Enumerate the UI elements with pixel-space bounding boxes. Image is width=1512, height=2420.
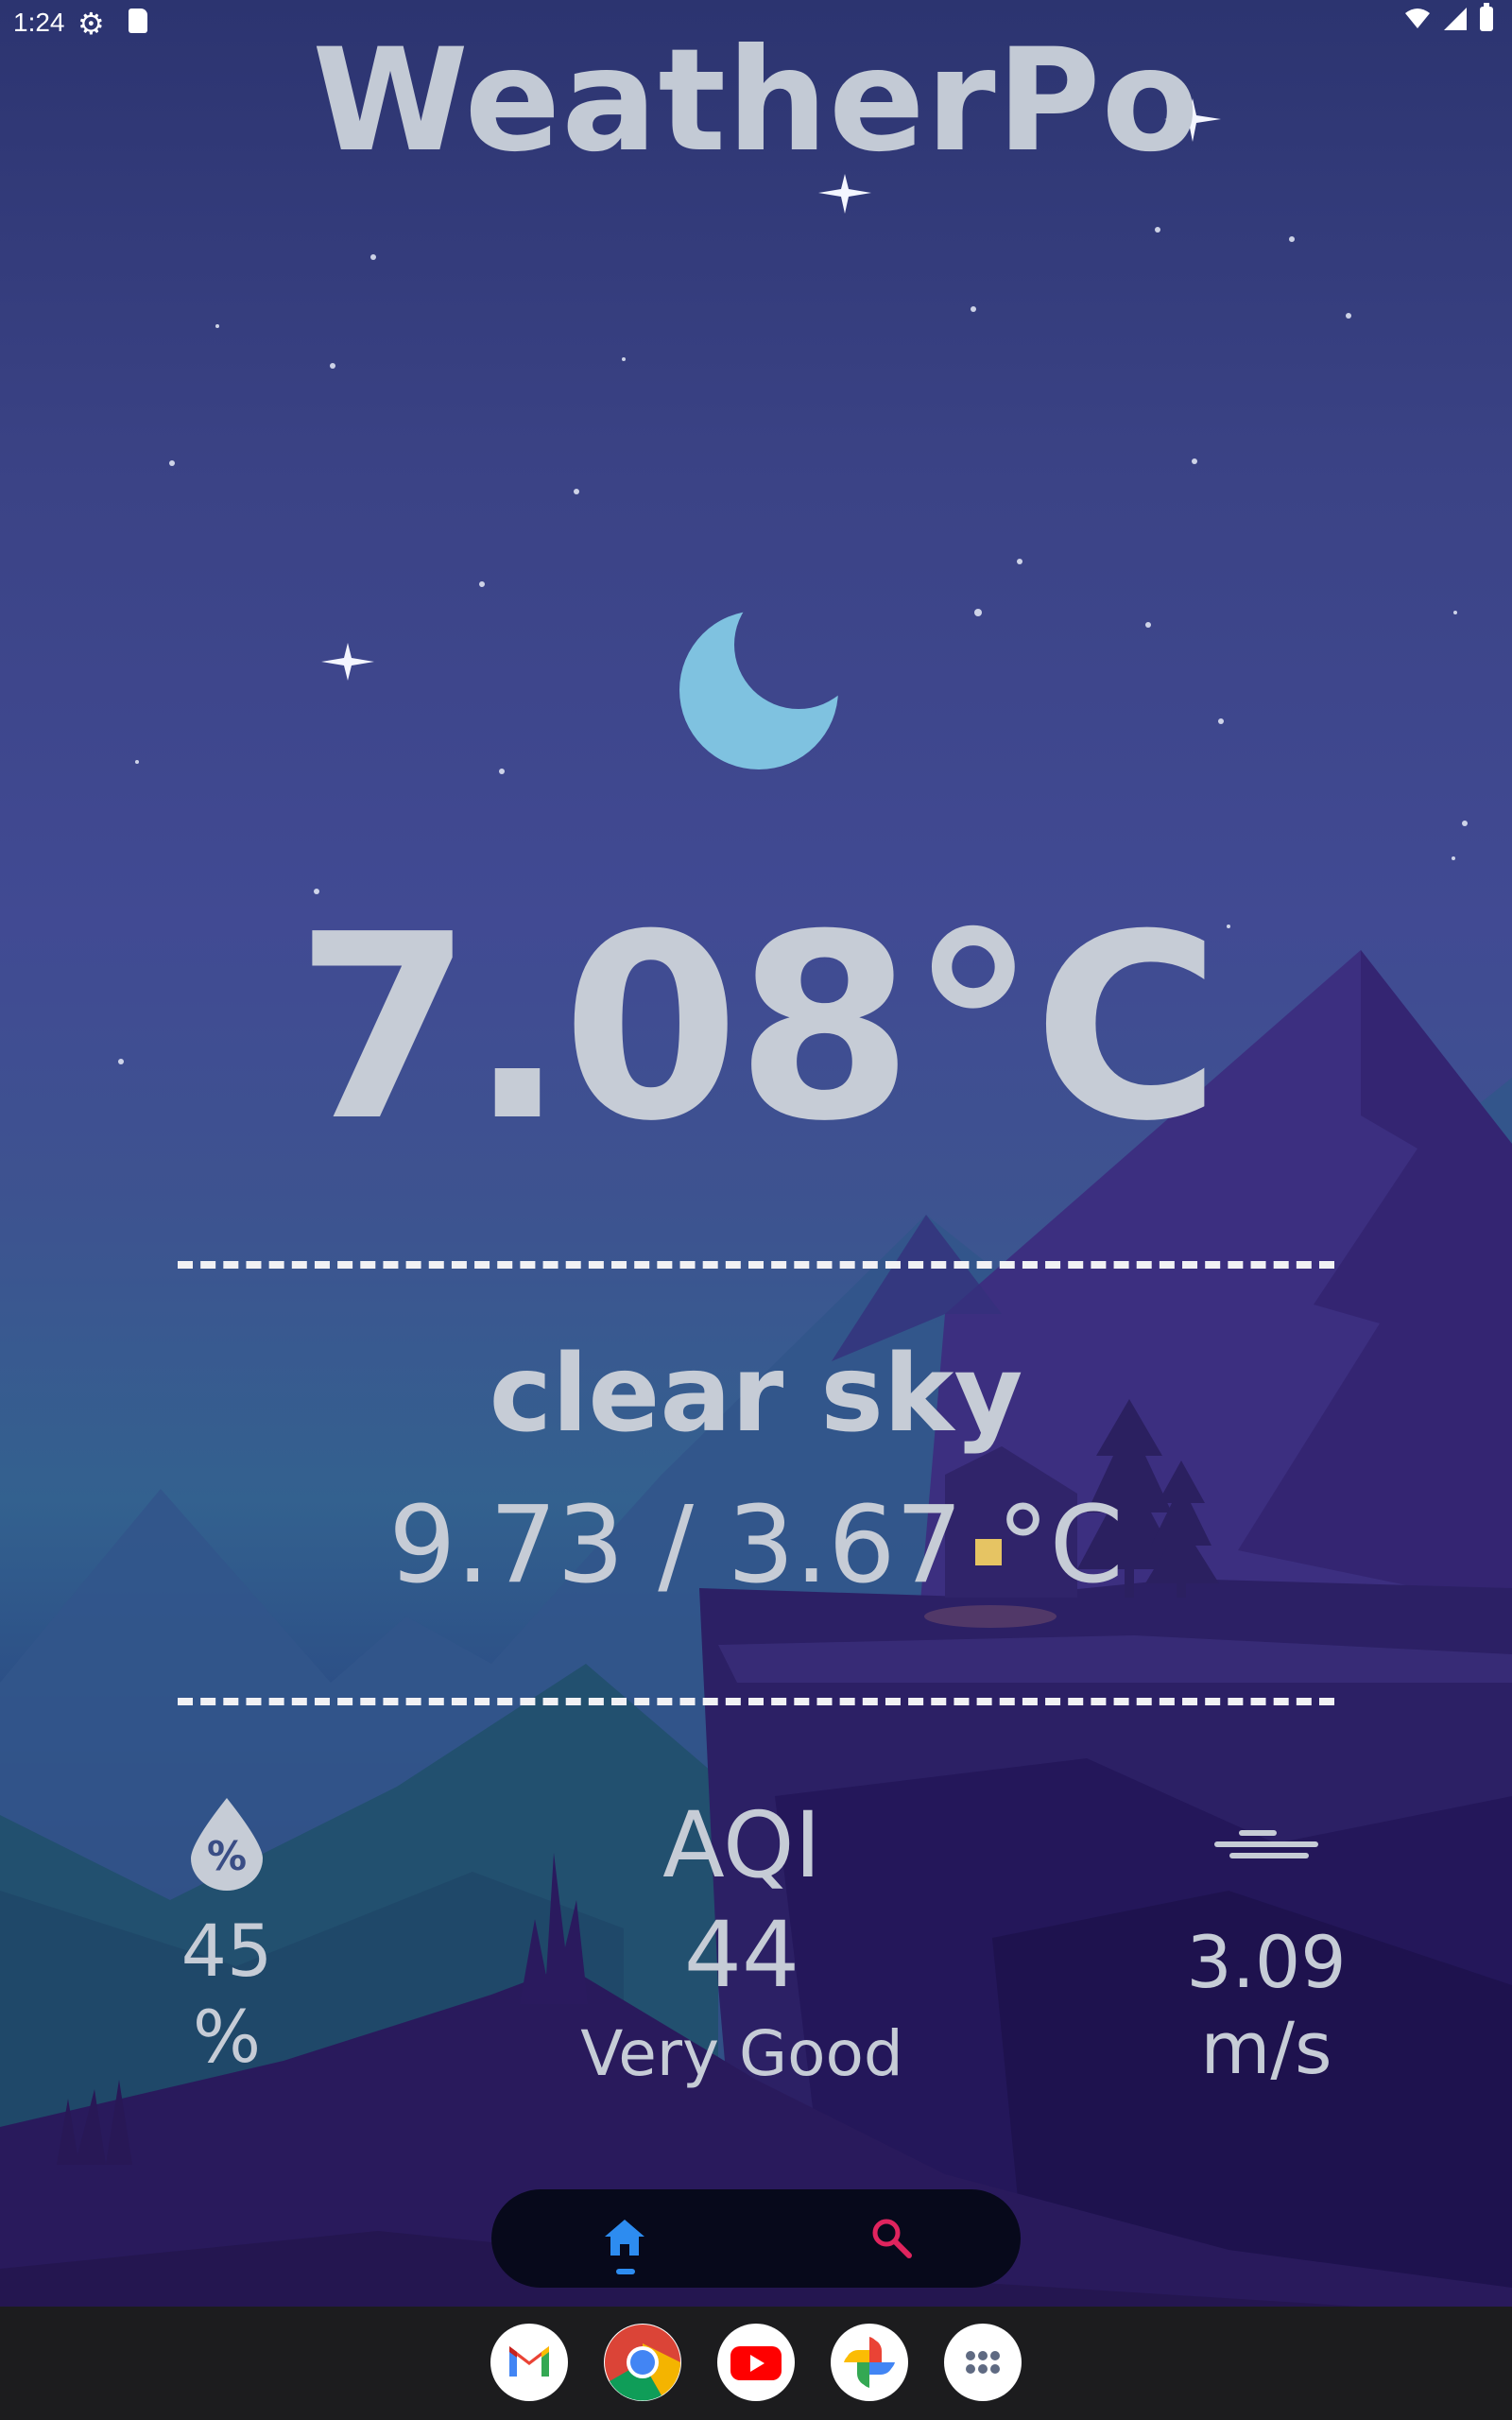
home-icon[interactable] bbox=[603, 2216, 646, 2259]
wind-value: 3.09 bbox=[1186, 1920, 1347, 2004]
search-icon[interactable] bbox=[869, 2216, 913, 2259]
sparkles bbox=[321, 98, 1221, 681]
system-dock bbox=[0, 2307, 1512, 2420]
app-title: WeatherPo bbox=[312, 19, 1200, 183]
youtube-icon[interactable] bbox=[717, 2324, 795, 2401]
photos-icon[interactable] bbox=[831, 2324, 908, 2401]
aqi-description: Very Good bbox=[580, 2017, 903, 2091]
divider-bottom bbox=[178, 1698, 1334, 1705]
svg-text:%: % bbox=[207, 1833, 247, 1879]
bottom-navigation bbox=[491, 2189, 1021, 2288]
aqi-value: 44 bbox=[683, 1901, 800, 2008]
chrome-icon[interactable] bbox=[604, 2324, 681, 2401]
wind-stat: 3.09 m/s bbox=[1115, 1796, 1418, 2091]
weather-description: clear sky bbox=[489, 1333, 1023, 1456]
wind-unit: m/s bbox=[1200, 2006, 1332, 2091]
active-tab-indicator bbox=[616, 2269, 635, 2274]
current-temperature: 7.08°C bbox=[295, 879, 1220, 1177]
humidity-value: 45 bbox=[180, 1909, 273, 1993]
app-drawer-icon[interactable] bbox=[944, 2324, 1022, 2401]
moon-icon bbox=[679, 611, 838, 769]
humidity-unit: % bbox=[192, 1995, 262, 2080]
gmail-icon[interactable] bbox=[490, 2324, 568, 2401]
wind-icon bbox=[1214, 1830, 1318, 1858]
aqi-stat: AQI 44 Very Good bbox=[529, 1792, 954, 2095]
divider-top bbox=[178, 1261, 1334, 1269]
humidity-stat: % 45 % bbox=[132, 1796, 321, 2080]
humidity-droplet-icon: % bbox=[191, 1798, 263, 1891]
min-max-temperature: 9.73 / 3.67 °C bbox=[388, 1484, 1124, 1607]
aqi-label: AQI bbox=[662, 1792, 821, 1898]
